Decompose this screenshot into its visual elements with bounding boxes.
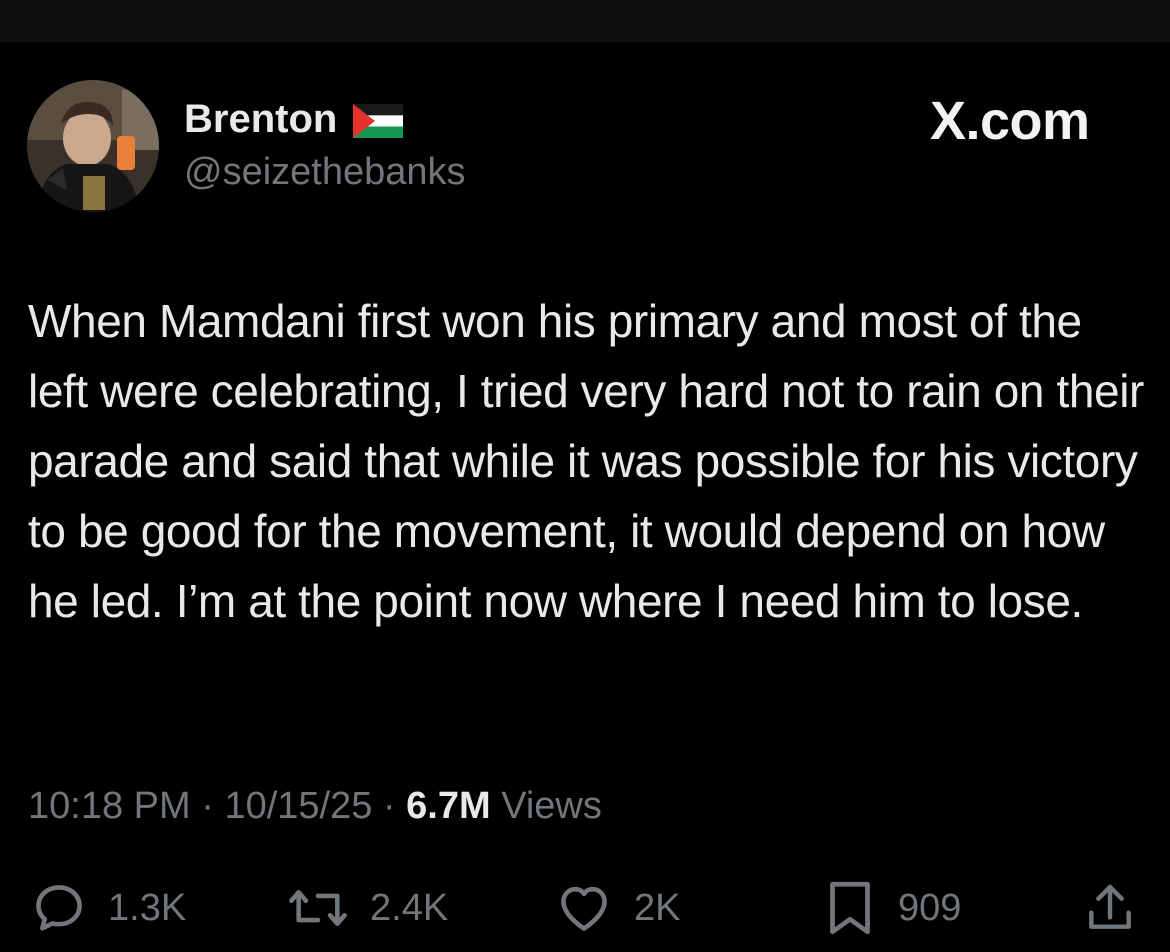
action-bar: 1.3K 2.4K 2K 909 (0, 878, 1170, 938)
tweet-text: When Mamdani first won his primary and m… (28, 295, 1144, 627)
author-display-name[interactable]: Brenton (184, 96, 337, 142)
share-icon (1089, 884, 1131, 929)
views-count: 6.7M (406, 785, 491, 827)
reply-icon (36, 885, 82, 931)
avatar[interactable] (27, 80, 159, 212)
repost-icon (289, 889, 347, 927)
top-status-strip (0, 0, 1170, 42)
avatar-image (27, 80, 159, 212)
tweet-meta: 10:18 PM · 10/15/25 · 6.7M Views (28, 784, 602, 828)
tweet-time[interactable]: 10:18 PM (28, 785, 191, 827)
meta-separator: · (201, 785, 214, 827)
repost-button[interactable]: 2.4K (286, 878, 448, 938)
bookmark-button[interactable]: 909 (822, 878, 961, 938)
bookmark-count: 909 (898, 887, 962, 929)
reply-count: 1.3K (108, 887, 187, 929)
reply-button[interactable]: 1.3K (30, 878, 186, 938)
repost-count: 2.4K (370, 887, 449, 929)
author-handle[interactable]: @seizethebanks (184, 150, 466, 194)
tweet-date[interactable]: 10/15/25 (224, 785, 372, 827)
like-button[interactable]: 2K (554, 878, 680, 938)
heart-icon (561, 886, 607, 931)
meta-separator: · (382, 785, 396, 827)
author-display-name-row[interactable]: Brenton (184, 96, 404, 142)
views-label: Views (501, 785, 602, 827)
bookmark-icon (830, 881, 870, 935)
like-count: 2K (634, 887, 681, 929)
x-brand-label: X.com (930, 91, 1090, 151)
palestine-flag-icon (353, 102, 404, 138)
share-button[interactable] (1082, 878, 1138, 938)
